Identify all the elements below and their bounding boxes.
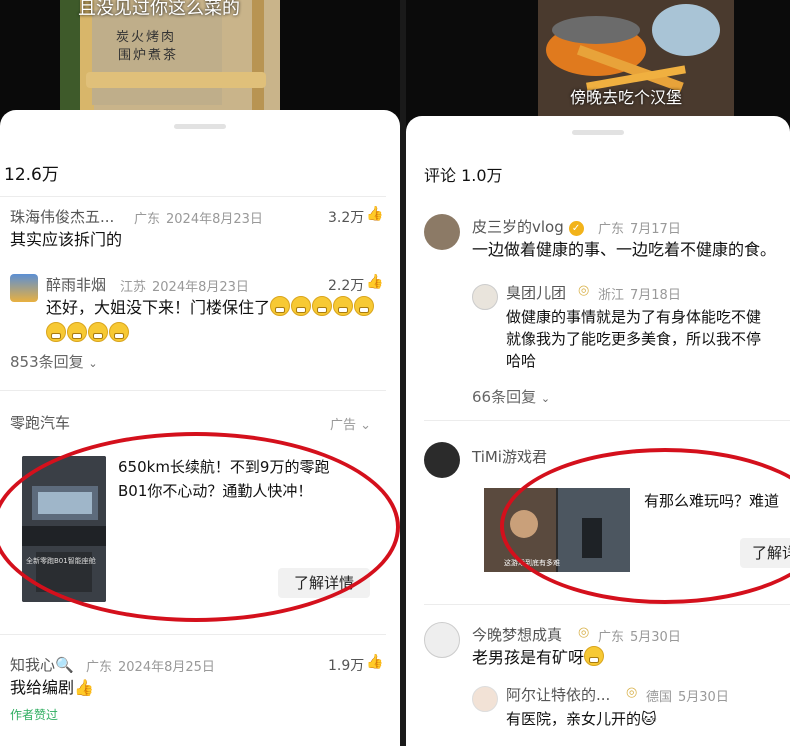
comment-date: 7月18日: [630, 288, 681, 303]
author-liked-label: 作者赞过: [10, 708, 59, 722]
video-caption: 且没见过你这么菜的: [78, 0, 240, 19]
video-frame-image: [406, 0, 790, 130]
magnifier-emoji-icon: 🔍: [55, 656, 74, 674]
cat-emoji-icon: 🐱: [641, 710, 657, 728]
sheet-drag-handle[interactable]: [572, 130, 624, 135]
right-comment-panel: 傍晚去吃个汉堡 评论 1.0万 皮三岁的vlog ✓ 广东 7月17日 一边做着…: [406, 0, 790, 746]
comment-sheet: 12.6万 珠海伟俊杰五... 广东 2024年8月23日 3.2万 👍 其实应…: [0, 110, 400, 746]
left-comment-panel: 且没见过你这么菜的 炭火烤肉 围炉煮茶 12.6万 珠海伟俊杰五... 广东 2…: [0, 0, 400, 746]
comment-region: 德国: [646, 690, 673, 705]
comment-text: 还好，大姐没下来！门楼保住了: [46, 298, 271, 317]
comment-date: 2024年8月23日: [166, 212, 263, 227]
comment-item[interactable]: 今晚梦想成真 ◎ 广东 5月30日 老男孩是有矿呀: [472, 624, 790, 674]
like-count: 2.2万: [328, 278, 365, 294]
reply-text: 有医院，亲女儿开的🐱: [506, 710, 657, 728]
video-caption: 傍晚去吃个汉堡: [570, 88, 683, 107]
comment-item[interactable]: 醉雨非烟 江苏 2024年8月23日 2.2万 👍 还好，大姐没下来！门楼保住了: [46, 270, 390, 343]
vip-badge-icon: ◎: [578, 625, 590, 640]
like-count: 3.2万: [328, 210, 365, 226]
avatar[interactable]: [424, 622, 460, 658]
like-icon[interactable]: 👍: [366, 654, 383, 670]
laugh-emoji-icon: [46, 322, 130, 343]
comment-item[interactable]: 珠海伟俊杰五... 广东 2024年8月23日 3.2万 👍 其实应该拆门的: [10, 206, 390, 256]
reply-text: 哈哈: [506, 352, 537, 370]
reply-username[interactable]: 臭团儿团: [506, 282, 566, 303]
comment-username[interactable]: 珠海伟俊杰五...: [10, 206, 114, 227]
vip-badge-icon: ◎: [578, 283, 590, 298]
avatar[interactable]: [424, 442, 460, 478]
reply-text: 就像我为了能吃更多美食，所以我不停: [506, 330, 762, 348]
avatar[interactable]: [472, 284, 498, 310]
reply-item[interactable]: 阿尔让特依的... ◎ 德国 5月30日 有医院，亲女儿开的🐱: [506, 684, 790, 734]
view-replies-button[interactable]: 66条回复 ⌄: [472, 386, 550, 407]
comment-region: 浙江: [598, 288, 625, 303]
highlight-ring: [500, 448, 790, 604]
chevron-down-icon: ⌄: [360, 418, 372, 433]
comment-date: 5月30日: [630, 630, 681, 645]
comment-count: 评论 1.0万: [424, 166, 503, 185]
divider: [0, 196, 386, 197]
comment-username[interactable]: 皮三岁的vlog ✓: [472, 216, 584, 237]
avatar[interactable]: [472, 686, 498, 712]
comment-date: 2024年8月25日: [118, 660, 215, 675]
divider: [424, 420, 790, 421]
comment-region: 江苏: [120, 280, 147, 295]
avatar[interactable]: [424, 214, 460, 250]
apron-text-2: 围炉煮茶: [118, 48, 179, 63]
chevron-down-icon: ⌄: [88, 357, 98, 370]
comment-text: 老男孩是有矿呀: [472, 646, 605, 669]
comment-text: 我给编剧👍: [10, 678, 94, 697]
divider: [0, 390, 386, 391]
comment-date: 7月17日: [630, 222, 681, 237]
reply-username[interactable]: 阿尔让特依的...: [506, 684, 610, 705]
replies-label: 853条回复: [10, 353, 84, 371]
apron-text-1: 炭火烤肉: [116, 30, 177, 45]
comment-region: 广东: [86, 660, 113, 675]
comment-item[interactable]: 皮三岁的vlog ✓ 广东 7月17日 一边做着健康的事、一边吃着不健康的食。: [472, 216, 790, 266]
thumbs-up-emoji-icon: 👍: [74, 678, 94, 697]
screenshot-collage: 且没见过你这么菜的 炭火烤肉 围炉煮茶 12.6万 珠海伟俊杰五... 广东 2…: [0, 0, 790, 746]
ad-tag[interactable]: 广告 ⌄: [330, 414, 371, 433]
ad-account-name[interactable]: TiMi游戏君: [472, 446, 547, 467]
chevron-down-icon: ⌄: [540, 392, 551, 405]
verified-badge-icon: ✓: [568, 221, 584, 236]
vip-badge-icon: ◎: [626, 685, 638, 700]
comment-count: 12.6万: [4, 165, 59, 185]
comment-date: 2024年8月23日: [152, 280, 249, 295]
comment-date: 5月30日: [678, 690, 729, 705]
sheet-drag-handle[interactable]: [174, 124, 226, 129]
ad-brand[interactable]: 零跑汽车: [10, 412, 70, 433]
divider: [424, 604, 790, 605]
comment-region: 广东: [598, 222, 625, 237]
avatar[interactable]: [10, 274, 38, 302]
comment-region: 广东: [598, 630, 625, 645]
like-count: 1.9万: [328, 658, 365, 674]
like-icon[interactable]: 👍: [366, 274, 383, 290]
comment-region: 广东: [134, 212, 161, 227]
video-frame[interactable]: 傍晚去吃个汉堡: [406, 0, 790, 130]
comment-sheet: 评论 1.0万 皮三岁的vlog ✓ 广东 7月17日 一边做着健康的事、一边吃…: [406, 116, 790, 746]
reply-item[interactable]: 臭团儿团 ◎ 浙江 7月18日 做健康的事情就是为了有身体能吃不健 就像我为了能…: [506, 282, 790, 378]
comment-item[interactable]: 知我心🔍 广东 2024年8月25日 1.9万 👍 我给编剧👍 作者赞过: [10, 654, 390, 724]
reply-text: 做健康的事情就是为了有身体能吃不健: [506, 308, 762, 326]
replies-label: 66条回复: [472, 388, 537, 406]
view-replies-button[interactable]: 853条回复 ⌄: [10, 351, 98, 372]
comment-text: 一边做着健康的事、一边吃着不健康的食。: [472, 240, 777, 259]
laugh-emoji-icon: [584, 646, 605, 666]
divider: [0, 634, 386, 635]
laugh-emoji-icon: [270, 296, 375, 317]
comment-text: 其实应该拆门的: [10, 230, 123, 249]
comment-username[interactable]: 醉雨非烟: [46, 274, 106, 295]
comment-username[interactable]: 今晚梦想成真: [472, 624, 562, 645]
comment-username[interactable]: 知我心🔍: [10, 654, 74, 675]
highlight-ring: [0, 432, 400, 622]
like-icon[interactable]: 👍: [366, 206, 383, 222]
